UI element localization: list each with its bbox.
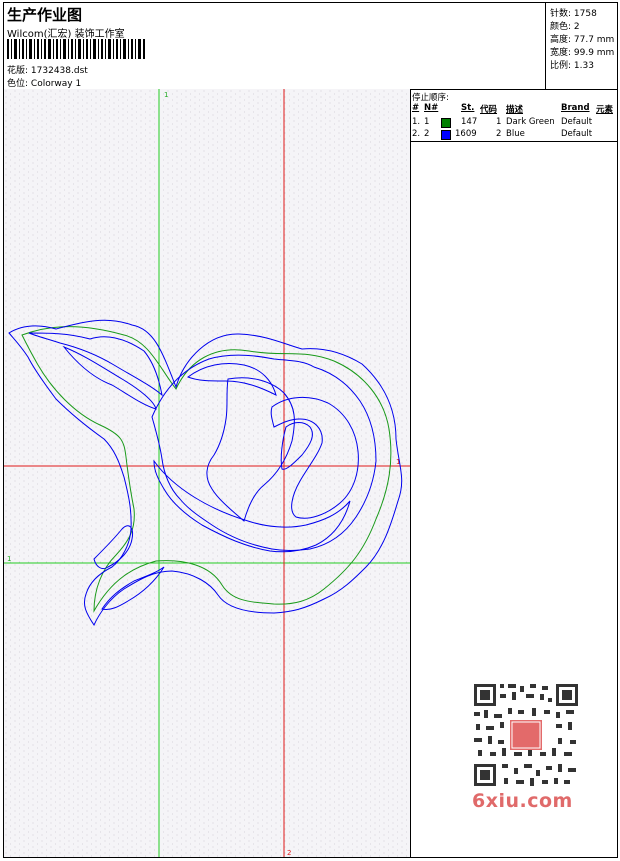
row-desc: Blue: [506, 129, 525, 139]
design-file-label: 花版:: [7, 66, 29, 76]
row-code: 2: [496, 129, 502, 139]
col-header-stitches: St.: [461, 103, 475, 113]
row-brand: Default: [561, 129, 593, 139]
col-header-n: N#: [424, 103, 439, 113]
seal-stamp: [510, 720, 542, 750]
stat-colors: 颜色: 2: [550, 22, 580, 32]
sheet-header: 生产作业图 Wilcom(汇宏) 装饰工作室 花版: 1732438.dst 色…: [4, 3, 617, 90]
stat-stitches: 针数: 1758: [550, 9, 597, 19]
col-header-brand: Brand: [561, 103, 590, 113]
col-header-element: 元素: [596, 105, 614, 115]
stop-sequence-panel: 停止顺序: # N# St. 代码 描述 Brand 元素 1. 1 147 1…: [410, 89, 617, 142]
guide-green-vertical-label: 1: [164, 91, 168, 99]
design-area: 1 1 1 2: [4, 89, 411, 857]
design-file-value: 1732438.dst: [30, 66, 88, 76]
guide-red-vertical-label: 2: [287, 849, 291, 857]
watermark-text: 6xiu.com: [472, 790, 573, 812]
color-swatch: [441, 130, 451, 140]
row-n: 2: [424, 129, 430, 139]
row-n: 1: [424, 117, 430, 127]
embroidery-preview: 1 1 1 2: [4, 89, 410, 857]
stat-width: 宽度: 99.9 mm: [550, 48, 615, 58]
company-name: Wilcom(汇宏) 装饰工作室: [7, 29, 125, 40]
row-brand: Default: [561, 117, 593, 127]
sheet-title: 生产作业图: [7, 6, 83, 24]
design-file-line: 花版: 1732438.dst: [7, 63, 88, 76]
row-code: 1: [496, 117, 502, 127]
barcode: [7, 39, 145, 59]
row-index: 1.: [412, 117, 421, 127]
colorway-label: 色位:: [7, 79, 29, 89]
color-swatch: [441, 118, 451, 128]
guide-green-horizontal-label: 1: [7, 555, 11, 563]
stats-box: 针数: 1758 颜色: 2 高度: 77.7 mm 宽度: 99.9 mm 比…: [545, 3, 618, 89]
row-stitches: 1609: [455, 129, 477, 139]
qr-code: [470, 680, 582, 790]
col-header-code: 代码: [480, 105, 498, 115]
col-header-index: #: [412, 103, 420, 113]
colorway-value: Colorway 1: [30, 79, 82, 89]
colorway-line: 色位: Colorway 1: [7, 76, 81, 89]
stop-sequence-title: 停止顺序:: [412, 93, 449, 103]
row-stitches: 147: [461, 117, 478, 127]
row-index: 2.: [412, 129, 421, 139]
stat-scale: 比例: 1.33: [550, 61, 594, 71]
row-desc: Dark Green: [506, 117, 555, 127]
stat-height: 高度: 77.7 mm: [550, 35, 615, 45]
col-header-desc: 描述: [506, 105, 524, 115]
